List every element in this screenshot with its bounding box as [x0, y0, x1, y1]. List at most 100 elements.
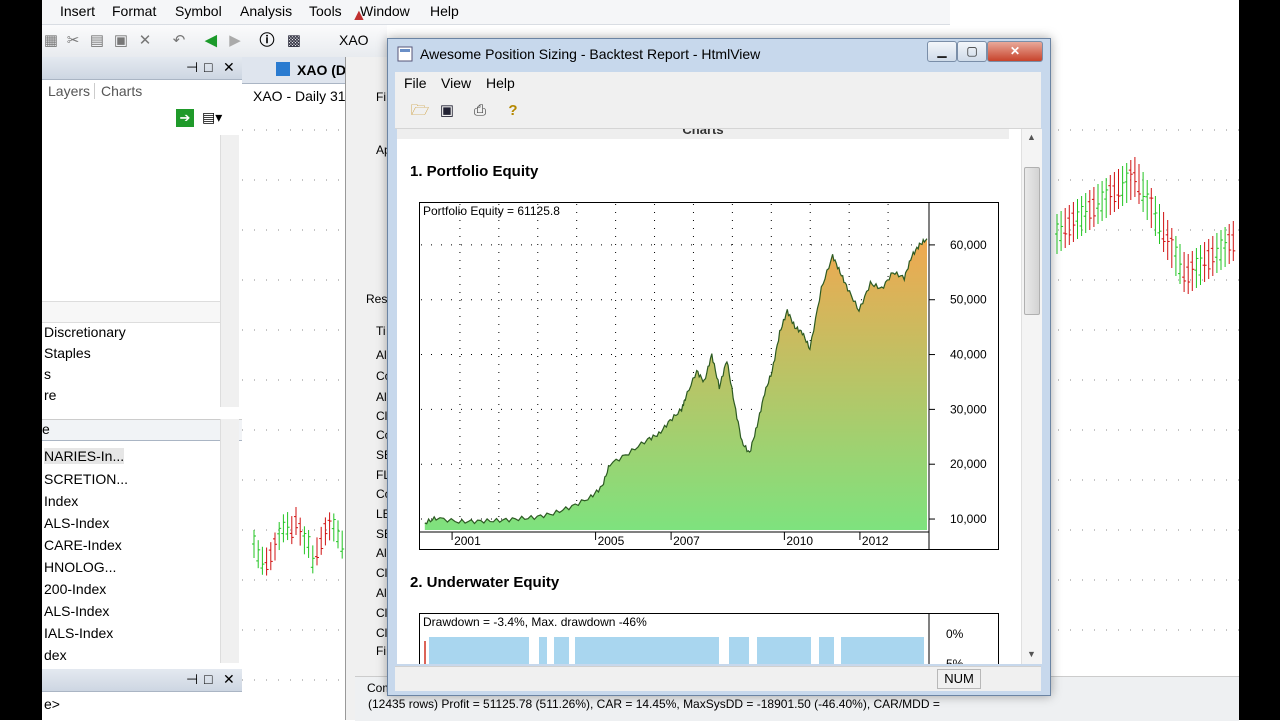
backtest-summary-line: (12435 rows) Profit = 51125.78 (511.26%)…	[368, 697, 940, 711]
formula-tree-item[interactable]: e>	[44, 696, 60, 712]
chart-tab-title[interactable]: XAO (D	[297, 62, 346, 78]
menu-help[interactable]: Help	[430, 3, 459, 19]
drawdown-label: Drawdown = -3.4%, Max. drawdown -46%	[423, 615, 647, 629]
price-candle	[1186, 254, 1191, 294]
pin-icon[interactable]: ⊣	[186, 671, 198, 688]
close-icon[interactable]: ✕	[223, 671, 235, 688]
mouse-cursor-icon	[1016, 662, 1036, 688]
copy-icon[interactable]: ▦	[42, 32, 60, 50]
tab-layers[interactable]: Layers	[48, 83, 90, 99]
scroll-down-icon[interactable]: ▼	[1027, 649, 1036, 659]
info-icon[interactable]: ⓘ	[258, 32, 276, 50]
drawdown-bar	[539, 637, 547, 664]
report-toolbar: 🗁 ▣ ⎙ ?	[395, 94, 1041, 129]
symbol-field[interactable]: XAO	[339, 32, 369, 48]
price-candle	[1202, 242, 1207, 282]
paste-icon[interactable]: ▤	[88, 32, 106, 50]
charts-header-text: Charts	[682, 129, 724, 137]
price-candle	[252, 530, 256, 558]
price-candle	[319, 526, 324, 555]
price-candle	[294, 506, 298, 535]
pin-icon[interactable]: ⊣	[186, 59, 198, 76]
menu-insert[interactable]: Insert	[60, 3, 95, 19]
index-item[interactable]: ALS-Index	[44, 515, 109, 531]
index-item[interactable]: Index	[44, 493, 78, 509]
go-arrow-icon[interactable]: ➔	[176, 109, 194, 127]
drawdown-bar	[575, 637, 719, 664]
price-candle	[1083, 193, 1088, 233]
quote-editor-icon[interactable]: ▩	[285, 32, 303, 50]
menu-symbol[interactable]: Symbol	[175, 3, 222, 19]
price-candle	[1067, 205, 1072, 245]
drawdown-bar	[729, 637, 749, 664]
equity-x-tick-label: 2010	[786, 534, 813, 548]
price-candle	[285, 512, 290, 541]
sector-item[interactable]: re	[44, 387, 56, 403]
price-candle	[1161, 212, 1166, 252]
maximize-icon[interactable]: □	[204, 671, 212, 687]
window-title: Awesome Position Sizing - Backtest Repor…	[420, 46, 761, 62]
charts-header: Charts	[397, 129, 1009, 139]
report-menu-help[interactable]: Help	[486, 75, 515, 91]
index-item[interactable]: 200-Index	[44, 581, 106, 597]
back-icon[interactable]: ◀	[202, 32, 220, 50]
left-panel: ⊣ □ ✕ Layers Charts ➔ ▤▾ Discretionary S…	[42, 57, 243, 720]
scroll-thumb[interactable]	[1024, 167, 1040, 315]
price-candle	[1182, 252, 1187, 292]
menu-tools[interactable]: Tools	[309, 3, 342, 19]
scroll-up-icon[interactable]: ▲	[1027, 132, 1036, 142]
sector-item[interactable]: Staples	[44, 345, 91, 361]
price-candle	[1206, 239, 1211, 279]
report-menu-view[interactable]: View	[441, 75, 471, 91]
price-candle	[1198, 245, 1203, 285]
analysis-result-cell: Cl	[376, 606, 388, 620]
open-folder-icon[interactable]: 🗁	[410, 102, 430, 120]
list-view-icon[interactable]: ▤▾	[202, 109, 222, 126]
drawdown-bar	[841, 637, 924, 664]
price-candle	[327, 512, 332, 541]
price-candle	[1141, 172, 1146, 212]
report-scrollbar[interactable]: ▲ ▼	[1021, 129, 1042, 664]
equity-label: Portfolio Equity = 61125.8	[423, 204, 560, 218]
delete-icon[interactable]: ✕	[136, 32, 154, 50]
menu-format[interactable]: Format	[112, 3, 156, 19]
close-button[interactable]: ✕	[987, 41, 1043, 62]
screen-border-right	[1239, 0, 1280, 720]
price-candle	[315, 537, 319, 566]
index-list-scrollbar[interactable]	[220, 419, 239, 663]
report-menu-file[interactable]: File	[404, 75, 427, 91]
index-item[interactable]: IALS-Index	[44, 625, 113, 641]
analysis-result-cell: Al	[376, 348, 387, 362]
analysis-result-cell: Fi	[376, 644, 386, 658]
sector-item[interactable]: s	[44, 366, 51, 382]
equity-y-tick-label: 30,000	[950, 402, 987, 416]
menu-analysis[interactable]: Analysis	[240, 3, 292, 19]
save-icon[interactable]: ▣	[437, 102, 457, 120]
maximize-icon[interactable]: □	[204, 59, 212, 75]
close-icon[interactable]: ✕	[223, 59, 235, 76]
forward-icon[interactable]: ▶	[226, 32, 244, 50]
index-item[interactable]: HNOLOG...	[44, 559, 116, 575]
print-icon[interactable]: ⎙	[470, 102, 490, 120]
sector-list-scrollbar[interactable]	[220, 135, 239, 407]
price-candle	[1223, 227, 1228, 267]
index-item[interactable]: dex	[44, 647, 67, 663]
list-divider	[42, 301, 220, 323]
clipboard-icon[interactable]: ▣	[112, 32, 130, 50]
index-item-selected[interactable]: NARIES-In...	[44, 448, 124, 464]
analysis-result-cell: Al	[376, 586, 387, 600]
price-candle	[1071, 202, 1076, 242]
undo-icon[interactable]: ↶	[170, 32, 188, 50]
help-icon[interactable]: ?	[503, 102, 523, 120]
index-item[interactable]: ALS-Index	[44, 603, 109, 619]
tab-charts[interactable]: Charts	[94, 83, 142, 99]
index-item[interactable]: CARE-Index	[44, 537, 122, 553]
price-candle	[1231, 221, 1236, 261]
price-candle	[1112, 172, 1117, 212]
sector-item[interactable]: Discretionary	[44, 324, 126, 340]
cut-icon[interactable]: ✂	[64, 32, 82, 50]
maximize-button[interactable]: ▢	[957, 41, 987, 62]
index-item[interactable]: SCRETION...	[44, 471, 128, 487]
minimize-button[interactable]: ▁	[927, 41, 957, 62]
price-candle	[1120, 166, 1125, 206]
